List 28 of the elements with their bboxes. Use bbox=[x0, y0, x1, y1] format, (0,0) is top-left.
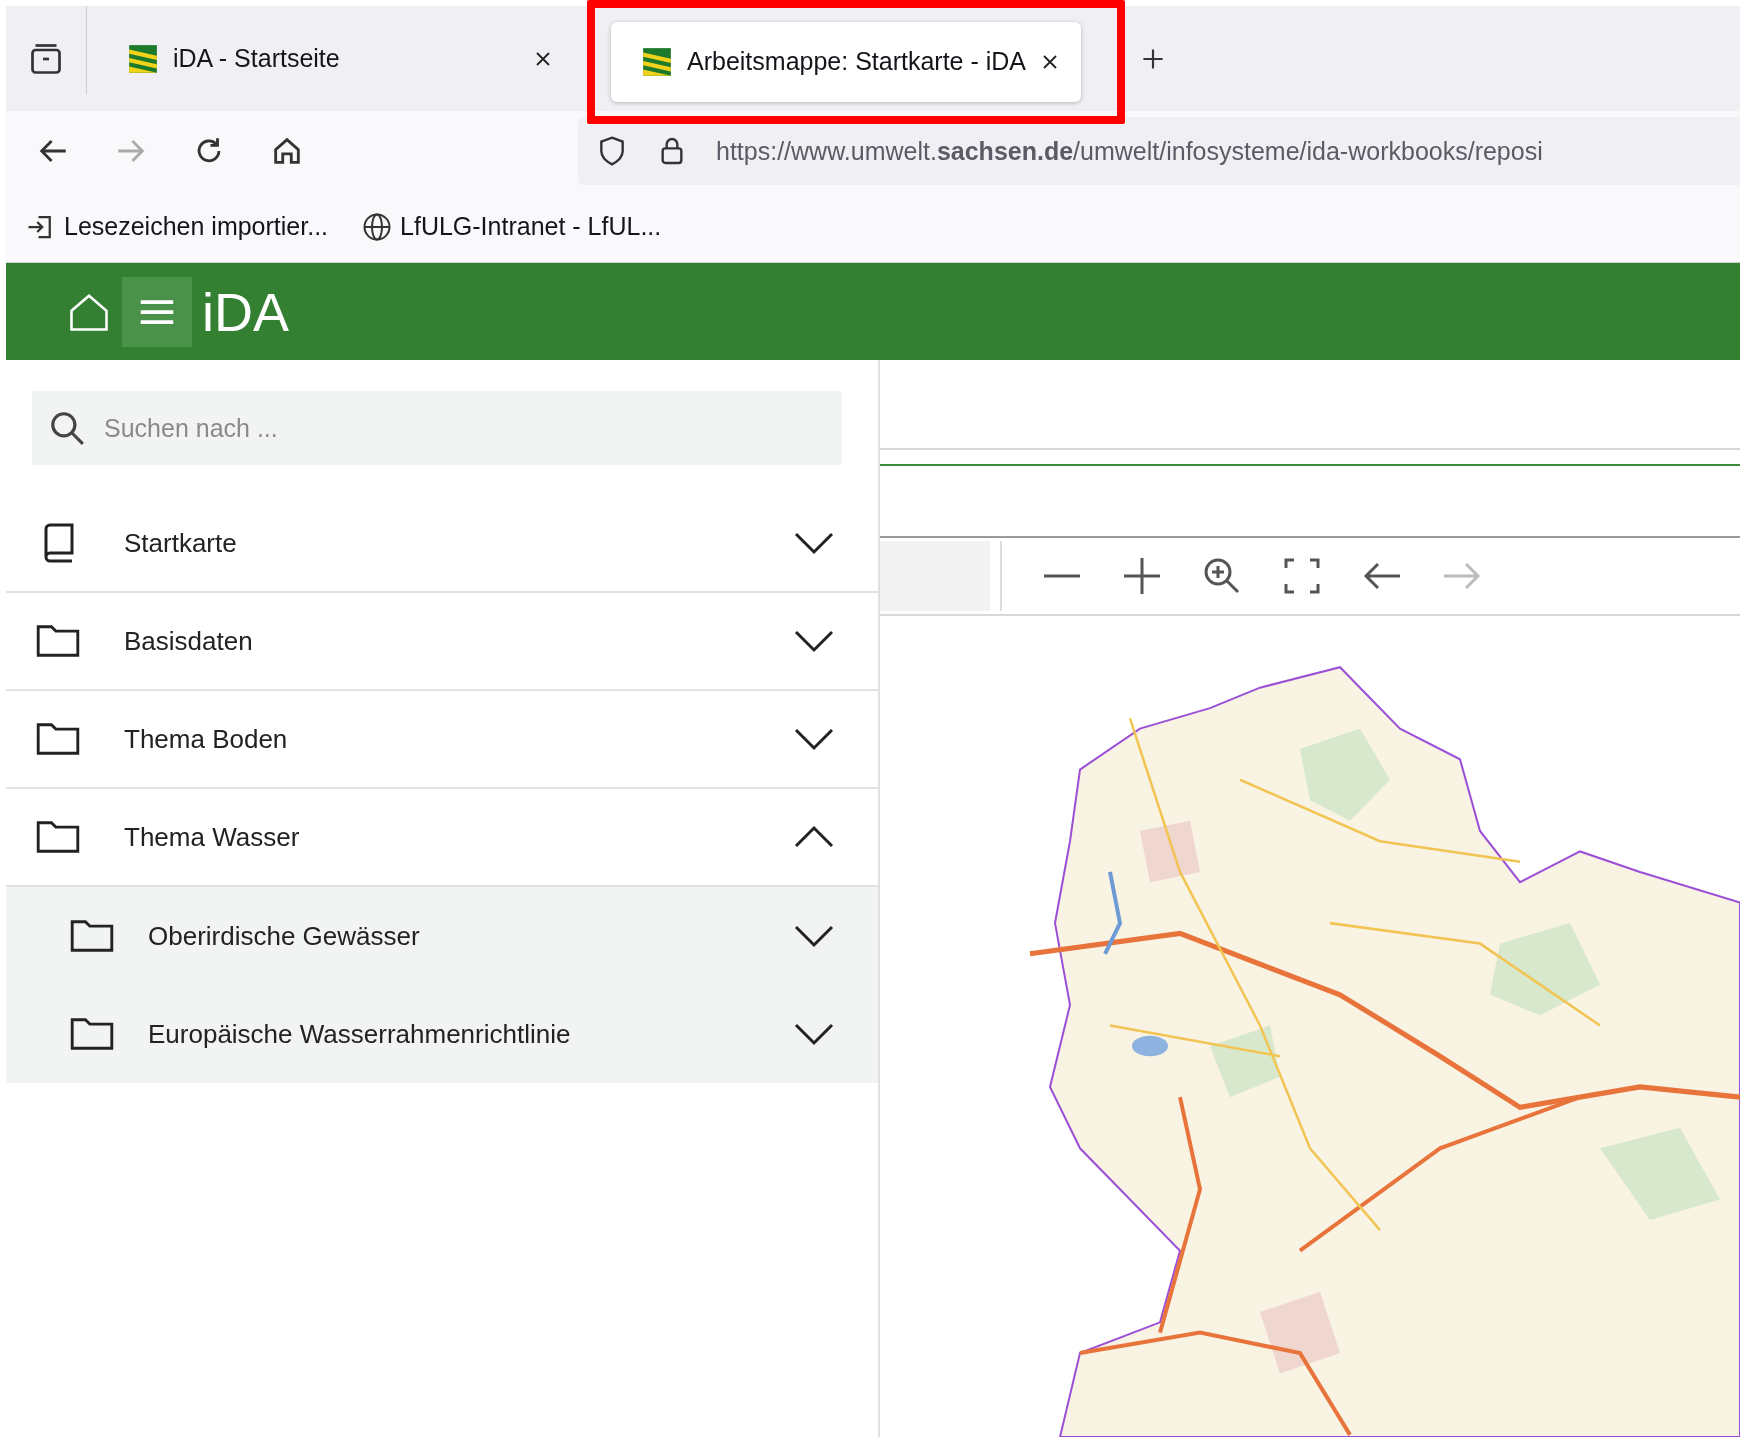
browser-tab[interactable]: iDA - Startseite bbox=[97, 18, 577, 99]
app-title: iDA bbox=[202, 280, 289, 343]
chevron-down-icon[interactable] bbox=[794, 629, 834, 653]
tree-item[interactable]: Startkarte bbox=[6, 495, 878, 593]
flag-icon bbox=[127, 42, 159, 75]
tree-item[interactable]: Basisdaten bbox=[6, 593, 878, 691]
tree-item[interactable]: Europäische Wasserrahmenrichtlinie bbox=[6, 985, 878, 1083]
chevron-down-icon[interactable] bbox=[794, 1022, 834, 1046]
search-icon[interactable] bbox=[48, 409, 86, 447]
tree-item[interactable]: Thema Boden bbox=[6, 691, 878, 789]
tree-item[interactable]: Oberirdische Gewässer bbox=[6, 887, 878, 985]
globe-icon bbox=[362, 211, 393, 242]
chevron-down-icon[interactable] bbox=[794, 531, 834, 555]
bookmark-link[interactable]: LfULG-Intranet - LfUL... bbox=[400, 212, 662, 241]
url-text: https://www.umwelt.sachsen.de/umwelt/infosysteme/ida-workbooks/reposi bbox=[716, 136, 1543, 166]
chevron-down-icon[interactable] bbox=[794, 924, 834, 948]
chevron-down-icon[interactable] bbox=[794, 727, 834, 751]
search-field[interactable]: Suchen nach ... bbox=[32, 391, 842, 465]
flag-icon bbox=[641, 45, 673, 78]
chevron-up-icon[interactable] bbox=[794, 825, 834, 849]
plus-icon[interactable] bbox=[1122, 556, 1162, 596]
bookmark-link[interactable]: Lesezeichen importier... bbox=[64, 212, 329, 241]
zoom-in-icon[interactable] bbox=[1202, 556, 1242, 596]
new-tab-icon[interactable] bbox=[1141, 46, 1165, 71]
browser-tab[interactable]: Arbeitsmappe: Startkarte - iDA bbox=[611, 21, 1081, 102]
menu-button[interactable] bbox=[122, 276, 192, 347]
fullscreen-icon[interactable] bbox=[1282, 556, 1322, 596]
address-bar[interactable]: https://www.umwelt.sachsen.de/umwelt/infosysteme/ida-workbooks/reposi bbox=[578, 117, 1740, 185]
